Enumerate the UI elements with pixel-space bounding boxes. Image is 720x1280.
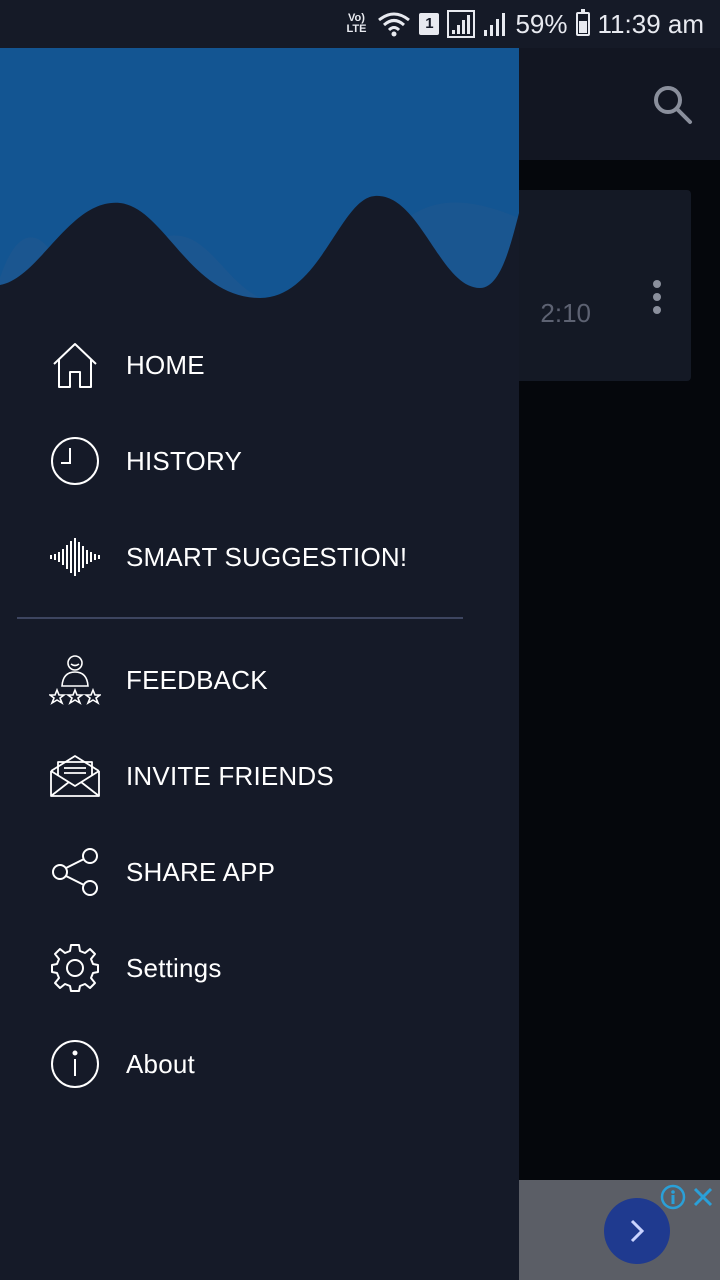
share-icon bbox=[48, 845, 102, 899]
menu-item-settings[interactable]: Settings bbox=[0, 928, 519, 1008]
menu-divider bbox=[17, 617, 463, 619]
gear-icon bbox=[48, 941, 102, 995]
search-icon[interactable] bbox=[650, 82, 694, 126]
menu-item-feedback[interactable]: FEEDBACK bbox=[0, 640, 519, 720]
more-vertical-icon[interactable] bbox=[645, 280, 669, 320]
info-icon[interactable] bbox=[660, 1184, 686, 1210]
home-icon bbox=[48, 338, 102, 392]
close-icon[interactable] bbox=[690, 1184, 716, 1210]
battery-icon bbox=[575, 9, 590, 36]
menu-label-about: About bbox=[126, 1048, 195, 1079]
menu-item-about[interactable]: About bbox=[0, 1024, 519, 1104]
menu-label-invite-friends: INVITE FRIENDS bbox=[126, 760, 334, 791]
signal-2-icon bbox=[484, 13, 506, 36]
navigation-drawer: HOME HISTORY SMART SUGGESTION! FEEDBACK … bbox=[0, 48, 519, 1280]
drawer-header-wave bbox=[0, 48, 519, 348]
menu-label-share-app: SHARE APP bbox=[126, 856, 276, 887]
menu-item-smart-suggestion[interactable]: SMART SUGGESTION! bbox=[0, 517, 519, 597]
sound-wave-icon bbox=[48, 530, 102, 584]
info-circle-icon bbox=[48, 1037, 102, 1091]
card-duration: 2:10 bbox=[540, 298, 591, 328]
clock-time: 11:39 am bbox=[597, 8, 704, 39]
envelope-open-icon bbox=[48, 749, 102, 803]
menu-item-share-app[interactable]: SHARE APP bbox=[0, 832, 519, 912]
menu-label-home: HOME bbox=[126, 349, 205, 380]
signal-icon bbox=[447, 10, 476, 38]
menu-label-history: HISTORY bbox=[126, 445, 243, 476]
battery-percent: 59% bbox=[515, 8, 568, 39]
status-bar: Vo) LTE 1 59% 11:39 am bbox=[0, 0, 720, 48]
menu-label-smart-suggestion: SMART SUGGESTION! bbox=[126, 541, 408, 572]
wifi-icon bbox=[378, 12, 411, 37]
menu-label-feedback: FEEDBACK bbox=[126, 664, 268, 695]
volte-indicator: Vo) LTE bbox=[346, 12, 367, 35]
menu-item-home[interactable]: HOME bbox=[0, 325, 519, 405]
rating-user-icon bbox=[48, 653, 102, 707]
clock-icon bbox=[48, 434, 102, 488]
menu-item-invite-friends[interactable]: INVITE FRIENDS bbox=[0, 736, 519, 816]
sim-slot-badge: 1 bbox=[419, 13, 440, 35]
menu-item-history[interactable]: HISTORY bbox=[0, 421, 519, 501]
menu-label-settings: Settings bbox=[126, 952, 222, 983]
